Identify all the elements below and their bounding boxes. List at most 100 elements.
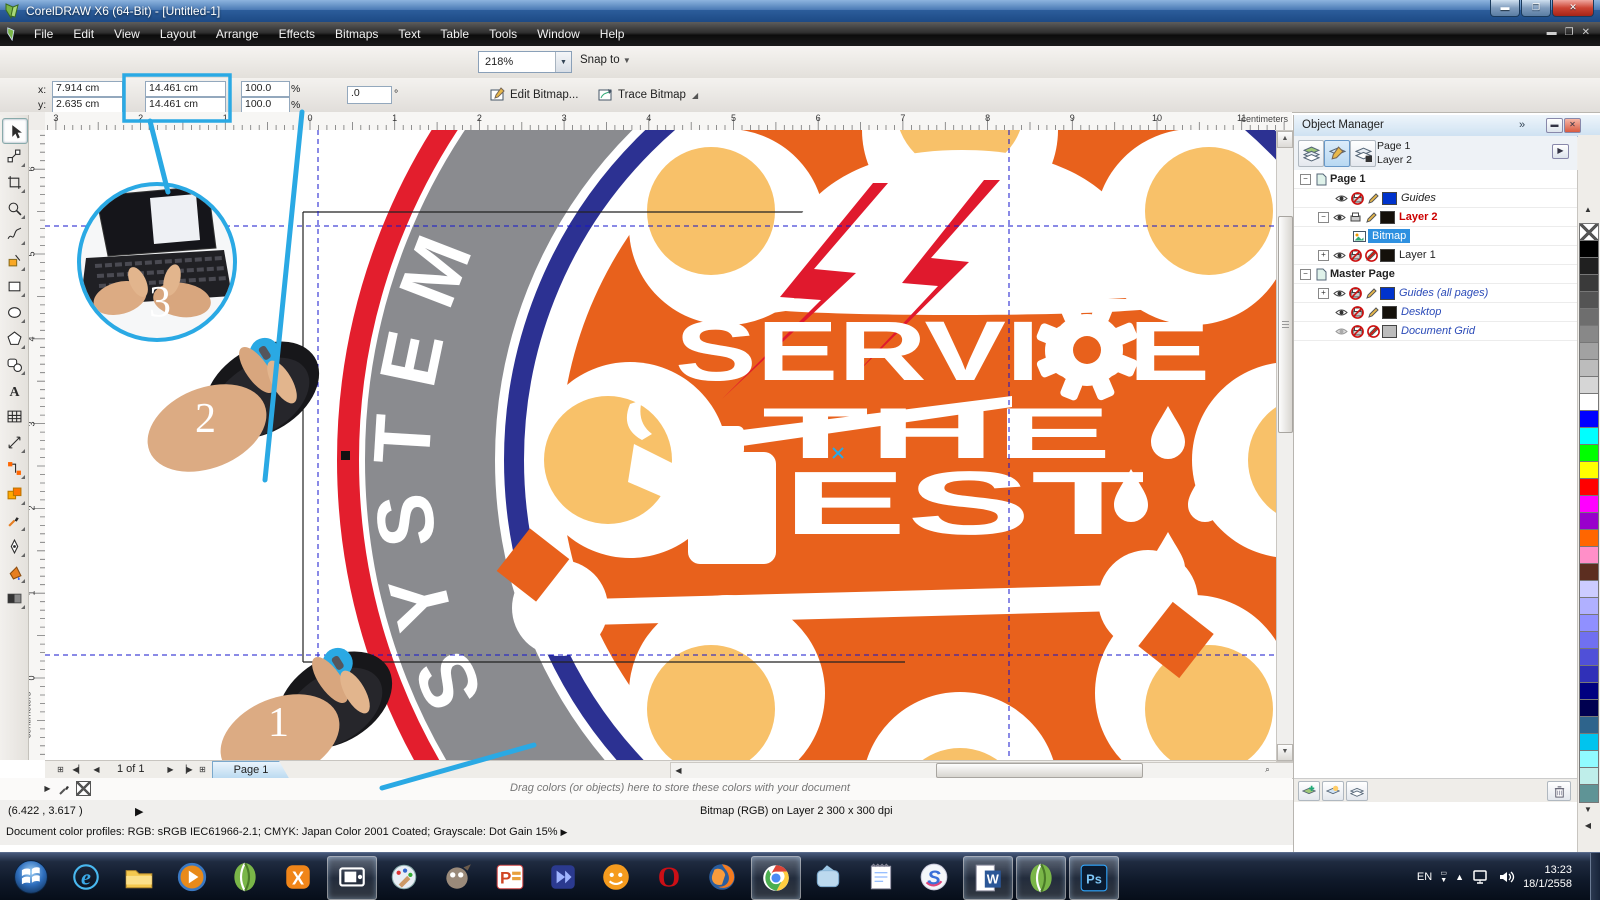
vertical-scrollbar[interactable]: ▲ ▼ — [1276, 130, 1294, 762]
scale-x-field[interactable]: 100.0 — [241, 81, 290, 97]
layer-color-swatch[interactable] — [1380, 211, 1395, 224]
pencil-off-icon[interactable] — [1364, 249, 1379, 262]
menu-window[interactable]: Window — [527, 23, 590, 45]
menu-view[interactable]: View — [104, 23, 150, 45]
new-layer-button[interactable] — [1298, 781, 1320, 801]
eye-icon[interactable] — [1332, 249, 1347, 262]
basic-shapes-tool[interactable] — [2, 352, 26, 376]
layer-color-swatch[interactable] — [1380, 287, 1395, 300]
drawing-canvas[interactable]: SYSTEM SERVICE THE BEST — [45, 130, 1276, 760]
rotation-angle-field[interactable]: .0 — [347, 86, 392, 104]
delete-button[interactable] — [1547, 781, 1571, 801]
pencil-off-icon[interactable] — [1366, 325, 1381, 338]
ellipse-tool[interactable] — [2, 300, 26, 324]
menu-bitmaps[interactable]: Bitmaps — [325, 23, 388, 45]
print-off-icon[interactable] — [1350, 325, 1365, 338]
object-height-field[interactable]: 14.461 cm — [145, 97, 226, 113]
taskbar-firefox[interactable] — [698, 856, 746, 898]
expand-toggle[interactable]: − — [1318, 212, 1329, 223]
om-row-master-page[interactable]: −Master Page — [1294, 265, 1577, 284]
shape-tool[interactable] — [2, 144, 26, 168]
new-master-layer-button[interactable] — [1322, 781, 1344, 801]
pencil-icon[interactable] — [1364, 211, 1379, 224]
color-eyedropper-tool[interactable] — [2, 508, 26, 532]
outline-pen-tool[interactable] — [2, 534, 26, 558]
scroll-up-arrow[interactable]: ▲ — [1277, 131, 1293, 148]
taskbar-coreldraw-running[interactable] — [1016, 856, 1066, 900]
vertical-ruler[interactable]: 6543210centimeters — [28, 130, 46, 760]
text-tool[interactable]: A — [2, 378, 26, 402]
menu-help[interactable]: Help — [590, 23, 635, 45]
polygon-tool[interactable] — [2, 326, 26, 350]
trace-bitmap-button[interactable]: Trace Bitmap ◢ — [598, 87, 698, 103]
rectangle-tool[interactable] — [2, 274, 26, 298]
om-row-bitmap[interactable]: Bitmap — [1294, 227, 1577, 246]
smart-fill-tool[interactable] — [2, 248, 26, 272]
menu-arrange[interactable]: Arrange — [206, 23, 269, 45]
eye-icon[interactable] — [1334, 306, 1349, 319]
taskbar-powerpoint[interactable]: P — [486, 856, 534, 898]
om-row-guides-all-pages-[interactable]: +Guides (all pages) — [1294, 284, 1577, 303]
zoom-tool[interactable] — [2, 196, 26, 220]
menu-edit[interactable]: Edit — [63, 23, 104, 45]
palette-eyedropper-icon[interactable] — [58, 782, 72, 796]
taskbar-xampp[interactable]: X — [274, 856, 322, 898]
om-row-page-1[interactable]: −Page 1 — [1294, 170, 1577, 189]
om-row-document-grid[interactable]: Document Grid — [1294, 322, 1577, 341]
snap-to-dropdown[interactable]: Snap to ▼ — [580, 54, 631, 66]
om-row-desktop[interactable]: Desktop — [1294, 303, 1577, 322]
freehand-tool[interactable] — [2, 222, 26, 246]
expand-toggle[interactable]: − — [1300, 174, 1311, 185]
layer-color-swatch[interactable] — [1380, 249, 1395, 262]
eye-icon[interactable] — [1334, 192, 1349, 205]
add-page-button-2[interactable]: ⊞ — [195, 762, 210, 777]
color-swatch-5f9496[interactable] — [1579, 784, 1599, 803]
horizontal-scrollbar[interactable]: ◀ ▶ — [670, 762, 1307, 779]
horizontal-ruler[interactable]: 32101234567891011centimeters — [45, 112, 1292, 131]
taskbar-coreldraw-pinned[interactable] — [221, 856, 269, 898]
taskbar-opera[interactable]: O — [645, 856, 693, 898]
new-master-all-pages-button[interactable] — [1346, 781, 1368, 801]
menu-effects[interactable]: Effects — [269, 23, 325, 45]
show-object-properties-button[interactable] — [1298, 140, 1324, 167]
menu-layout[interactable]: Layout — [150, 23, 206, 45]
menu-text[interactable]: Text — [388, 23, 430, 45]
expand-toggle[interactable]: + — [1318, 250, 1329, 261]
eye-icon[interactable] — [1332, 211, 1347, 224]
taskbar-s-browser-app[interactable]: S — [910, 856, 958, 898]
taskbar-gimp[interactable] — [433, 856, 481, 898]
docker-chevron[interactable]: » — [1519, 115, 1525, 135]
menu-table[interactable]: Table — [430, 23, 479, 45]
taskbar-notepad[interactable] — [857, 856, 905, 898]
om-flyout-button[interactable]: ▶ — [1552, 144, 1569, 159]
previous-page-button[interactable]: ◀ — [89, 762, 104, 777]
expand-toggle[interactable]: + — [1318, 288, 1329, 299]
palette-scroll-up[interactable]: ▲ — [1580, 205, 1596, 214]
print-off-icon[interactable] — [1348, 287, 1363, 300]
close-button[interactable]: ✕ — [1552, 0, 1594, 17]
add-page-button[interactable]: ⊞ — [53, 762, 68, 777]
print-icon[interactable] — [1348, 211, 1363, 224]
dimension-tool[interactable] — [2, 430, 26, 454]
blend-tool[interactable] — [2, 482, 26, 506]
clock[interactable]: 13:23 18/1/2558 — [1523, 863, 1572, 891]
edit-across-layers-button[interactable] — [1324, 140, 1350, 167]
object-width-field[interactable]: 14.461 cm — [145, 81, 226, 97]
interactive-fill-tool[interactable] — [2, 586, 26, 610]
show-hidden-icons[interactable]: ▲ — [1455, 872, 1464, 882]
connector-tool[interactable] — [2, 456, 26, 480]
docker-close-button[interactable]: ✕ — [1564, 118, 1581, 133]
expand-toggle[interactable]: − — [1300, 269, 1311, 280]
om-row-layer-1[interactable]: +Layer 1 — [1294, 246, 1577, 265]
document-window-buttons[interactable]: ▬❐✕ — [1547, 27, 1590, 38]
minimize-button[interactable]: ▬ — [1490, 0, 1520, 17]
taskbar-windows-explorer[interactable] — [115, 856, 163, 898]
om-row-layer-2[interactable]: −Layer 2 — [1294, 208, 1577, 227]
menu-file[interactable]: File — [24, 23, 63, 45]
taskbar-word[interactable]: W — [963, 856, 1013, 900]
pencil-icon[interactable] — [1366, 192, 1381, 205]
palette-expand[interactable]: ◀ — [1580, 821, 1596, 830]
om-row-guides[interactable]: Guides — [1294, 189, 1577, 208]
eye-icon[interactable] — [1332, 287, 1347, 300]
palette-scroll-down[interactable]: ▼ — [1580, 805, 1596, 814]
